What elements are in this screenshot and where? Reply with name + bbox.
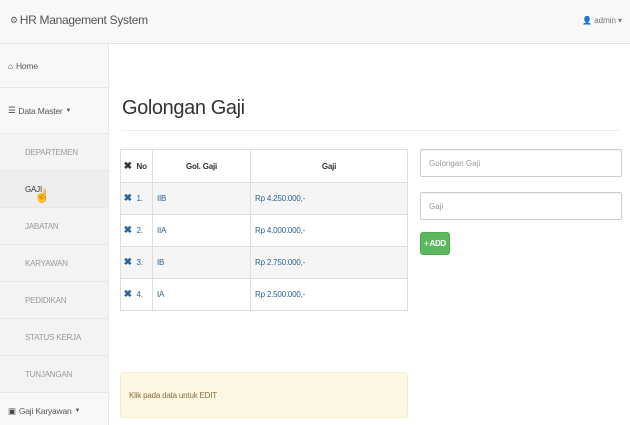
row-gaji[interactable]: Rp 2.500.000,- bbox=[250, 278, 408, 311]
sidebar-item-home[interactable]: ⌂ Home bbox=[0, 44, 108, 88]
table-row[interactable]: ✖ 2. IIA Rp 4.000.000,- bbox=[120, 214, 408, 247]
row-gaji[interactable]: Rp 4.250.000,- bbox=[250, 182, 408, 215]
add-button-label: ADD bbox=[429, 239, 446, 248]
cogs-icon: ⚙ bbox=[10, 14, 18, 25]
caret-down-icon: ▼ bbox=[65, 107, 72, 114]
add-gaji-form: + ADD bbox=[420, 149, 622, 255]
edit-hint-alert: Klik pada data untuk EDIT bbox=[120, 372, 408, 418]
title-divider bbox=[121, 130, 621, 131]
sidebar-item-gaji-karyawan[interactable]: ▣ Gaji Karyawan ▼ bbox=[0, 393, 108, 425]
sidebar-item-label: Gaji Karyawan bbox=[18, 406, 72, 416]
caret-down-icon: ▼ bbox=[74, 408, 81, 414]
delete-icon[interactable]: ✖ bbox=[120, 182, 135, 215]
table-header-row: ✖ No Gol. Gaji Gaji bbox=[120, 149, 408, 183]
row-no: 1. bbox=[134, 182, 153, 215]
sidebar-item-label: KARYAWAN bbox=[25, 258, 68, 268]
sidebar-item-tunjangan[interactable]: TUNJANGAN bbox=[0, 356, 108, 393]
row-no: 3. bbox=[134, 246, 153, 279]
sidebar-item-label: Home bbox=[15, 60, 38, 71]
row-gol-gaji[interactable]: IA bbox=[152, 278, 251, 311]
column-header-no: No bbox=[134, 149, 153, 183]
user-icon: 👤 bbox=[582, 16, 593, 25]
sidebar-item-pedidikan[interactable]: PEDIDIKAN bbox=[0, 282, 108, 319]
sidebar-item-karyawan[interactable]: KARYAWAN bbox=[0, 245, 108, 282]
page-title: Golongan Gaji bbox=[122, 97, 245, 119]
plus-icon: + bbox=[424, 239, 429, 248]
row-no: 2. bbox=[134, 214, 153, 247]
sidebar-item-label: DEPARTEMEN bbox=[25, 147, 78, 157]
sidebar-item-label: TUNJANGAN bbox=[25, 369, 73, 379]
golongan-gaji-input[interactable] bbox=[420, 149, 622, 177]
gaji-table: ✖ No Gol. Gaji Gaji ✖ 1. IIB Rp 4.250.00… bbox=[120, 149, 408, 311]
table-row[interactable]: ✖ 1. IIB Rp 4.250.000,- bbox=[120, 182, 408, 215]
sidebar-item-status-kerja[interactable]: STATUS KERJA bbox=[0, 319, 108, 356]
sidebar-item-departemen[interactable]: DEPARTEMEN bbox=[0, 134, 108, 171]
app-title: HR Management System bbox=[19, 13, 148, 27]
row-gaji[interactable]: Rp 2.750.000,- bbox=[250, 246, 408, 279]
sidebar-item-label: JABATAN bbox=[25, 221, 59, 231]
add-button[interactable]: + ADD bbox=[420, 232, 450, 255]
table-row[interactable]: ✖ 4. IA Rp 2.500.000,- bbox=[120, 278, 408, 311]
hand-cursor-icon: ☝ bbox=[34, 188, 50, 203]
row-gaji[interactable]: Rp 4.000.000,- bbox=[250, 214, 408, 247]
sidebar: ⌂ Home ☰ Data Master ▼ DEPARTEMEN GAJI ☝… bbox=[0, 44, 109, 425]
column-header-gol-gaji: Gol. Gaji bbox=[152, 149, 251, 183]
sidebar-item-label: STATUS KERJA bbox=[25, 332, 81, 342]
user-name: admin bbox=[594, 16, 616, 25]
home-icon: ⌂ bbox=[8, 60, 13, 71]
row-gol-gaji[interactable]: IIB bbox=[152, 182, 251, 215]
row-gol-gaji[interactable]: IB bbox=[152, 246, 251, 279]
top-navbar: ⚙ HR Management System 👤 admin ▾ bbox=[0, 0, 630, 44]
sidebar-item-label: PEDIDIKAN bbox=[25, 295, 67, 305]
sidebar-item-data-master[interactable]: ☰ Data Master ▼ bbox=[0, 88, 108, 134]
sidebar-item-label: Data Master bbox=[18, 105, 63, 116]
delete-icon[interactable]: ✖ bbox=[120, 278, 135, 311]
delete-column-icon: ✖ bbox=[120, 149, 135, 183]
sidebar-item-jabatan[interactable]: JABATAN bbox=[0, 208, 108, 245]
chevron-down-icon: ▾ bbox=[617, 16, 622, 25]
user-menu[interactable]: 👤 admin ▾ bbox=[582, 16, 622, 25]
alert-text: Klik pada data untuk EDIT bbox=[129, 390, 217, 400]
delete-icon[interactable]: ✖ bbox=[120, 214, 135, 247]
database-icon: ☰ bbox=[8, 105, 16, 115]
row-gol-gaji[interactable]: IIA bbox=[152, 214, 251, 247]
column-header-gaji: Gaji bbox=[250, 149, 408, 183]
gaji-table-container: ✖ No Gol. Gaji Gaji ✖ 1. IIB Rp 4.250.00… bbox=[120, 149, 408, 311]
brand-link[interactable]: ⚙ HR Management System bbox=[10, 13, 148, 27]
money-icon: ▣ bbox=[8, 405, 16, 416]
row-no: 4. bbox=[134, 278, 153, 311]
table-row[interactable]: ✖ 3. IB Rp 2.750.000,- bbox=[120, 246, 408, 279]
sidebar-item-gaji[interactable]: GAJI ☝ bbox=[0, 171, 108, 208]
gaji-input[interactable] bbox=[420, 192, 622, 220]
delete-icon[interactable]: ✖ bbox=[120, 246, 135, 279]
